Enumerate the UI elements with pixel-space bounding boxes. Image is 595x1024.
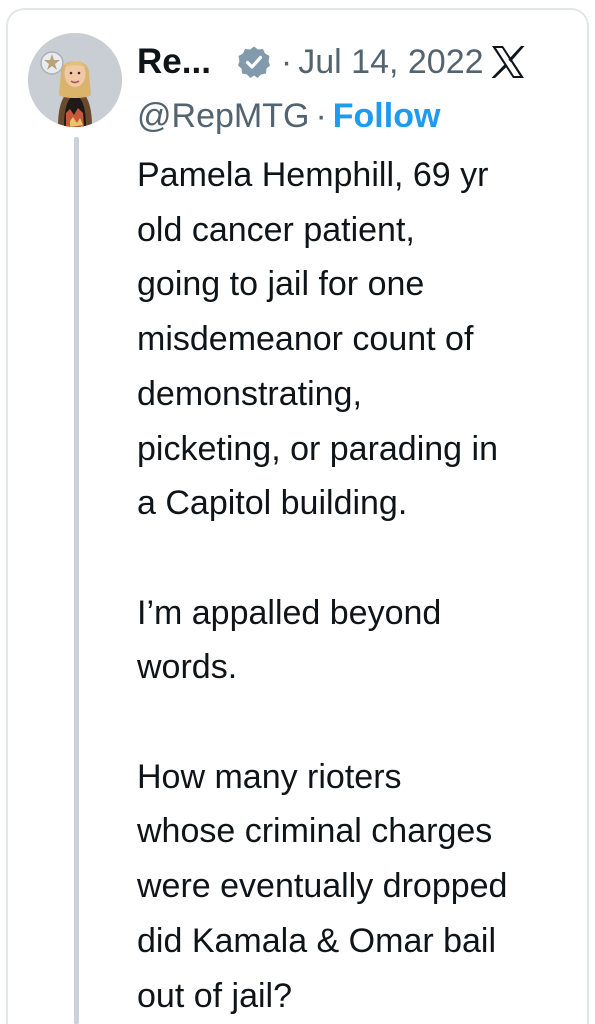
author-handle[interactable]: @RepMTG bbox=[137, 97, 309, 136]
x-logo-icon[interactable] bbox=[488, 42, 528, 82]
handle-row: @RepMTG · Follow bbox=[137, 94, 440, 138]
separator-dot: · bbox=[315, 96, 327, 135]
author-name[interactable]: Re... bbox=[137, 42, 211, 82]
thread-line bbox=[74, 137, 79, 1024]
tweet-header: Re... · Jul 14, 2022 bbox=[137, 36, 587, 88]
avatar[interactable] bbox=[28, 33, 122, 127]
tweet-date[interactable]: Jul 14, 2022 bbox=[298, 43, 483, 82]
date-group: · Jul 14, 2022 bbox=[279, 43, 484, 82]
avatar-image bbox=[28, 33, 122, 127]
verified-badge-icon bbox=[237, 45, 271, 79]
separator-dot: · bbox=[280, 42, 293, 81]
tweet-text: Pamela Hemphill, 69 yr old cancer patien… bbox=[137, 156, 508, 1015]
follow-button[interactable]: Follow bbox=[333, 97, 441, 136]
